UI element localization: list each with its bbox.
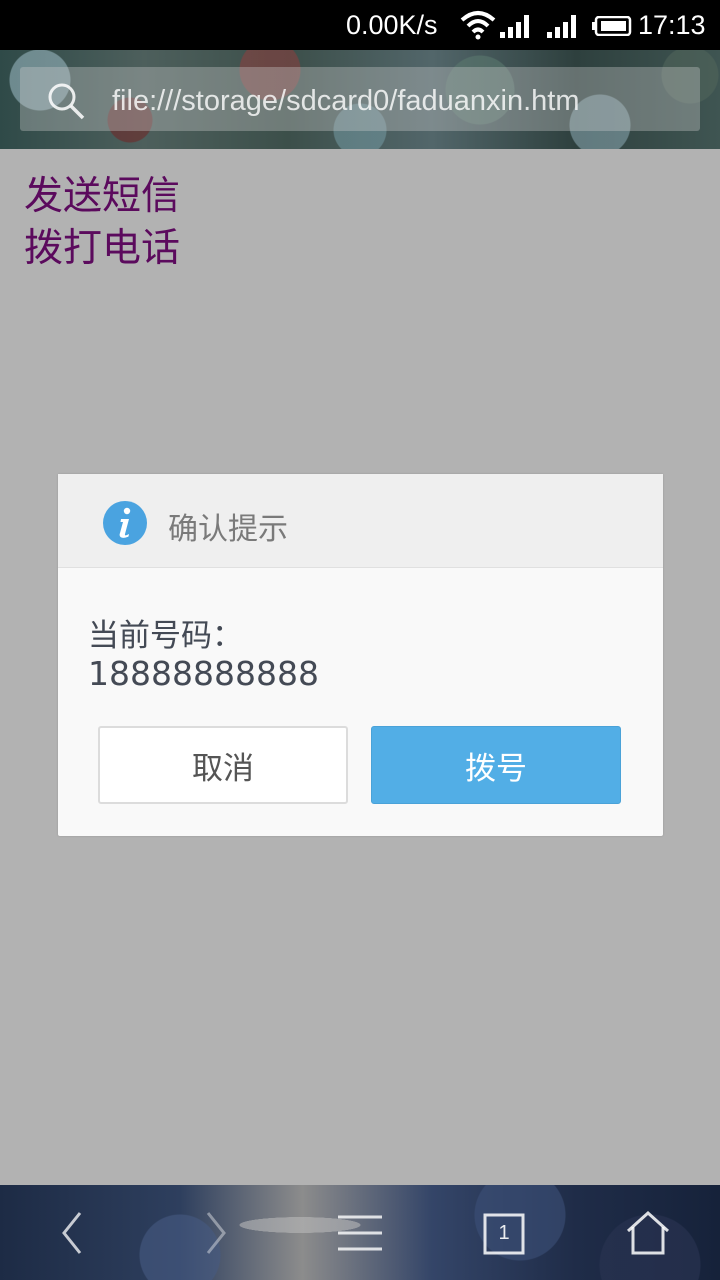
browser-toolbar [0,50,720,149]
confirm-dialog: 确认提示 当前号码： 18888888888 取消 拨号 [58,474,663,836]
screen: 0.00K/s 17:13 file:///storage/sdcard0/fa… [0,0,720,1280]
signal-icon-2 [547,15,576,38]
status-bar: 0.00K/s 17:13 [0,0,720,50]
phone-number: 18888888888 [88,654,319,693]
search-icon[interactable] [46,81,86,121]
bottom-nav-bar: 1 [0,1185,720,1280]
make-call-link[interactable]: 拨打电话 [24,224,180,274]
info-icon [103,501,147,545]
cancel-button[interactable]: 取消 [98,726,348,804]
dial-button[interactable]: 拨号 [371,726,621,804]
home-icon[interactable] [624,1209,672,1257]
tabs-button[interactable]: 1 [482,1209,526,1257]
back-icon[interactable] [56,1209,88,1257]
wifi-icon [460,11,496,40]
signal-icon [500,15,529,38]
tab-count: 1 [498,1222,510,1244]
send-sms-link[interactable]: 发送短信 [24,172,180,222]
clock: 17:13 [638,10,706,40]
address-bar[interactable] [20,67,700,131]
dialog-title: 确认提示 [168,512,288,547]
forward-icon[interactable] [200,1209,232,1257]
url-input[interactable] [112,83,692,119]
network-speed: 0.00K/s [346,10,438,40]
menu-icon[interactable] [336,1209,384,1257]
battery-icon [592,16,632,36]
dialog-message: 当前号码： [88,618,243,654]
dialog-header: 确认提示 [58,474,663,568]
